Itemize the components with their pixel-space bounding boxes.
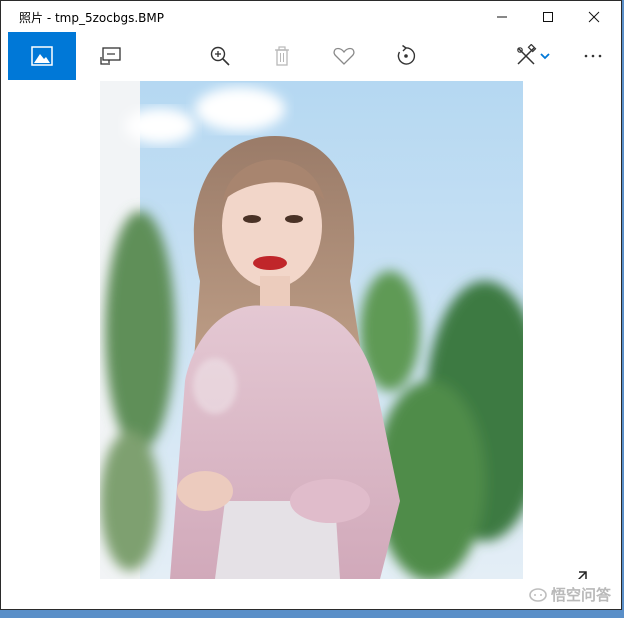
rotate-icon [397, 44, 416, 65]
watermark: 悟空问答 [529, 584, 611, 605]
close-button[interactable] [571, 1, 617, 32]
delete-button[interactable] [262, 32, 302, 80]
title-bar: 照片 - tmp_5zocbgs.BMP [1, 1, 621, 32]
maximize-button[interactable] [525, 1, 571, 32]
more-icon [584, 54, 602, 58]
zoom-in-icon [210, 46, 230, 66]
edit-icon [517, 44, 537, 65]
maximize-icon [543, 11, 553, 22]
slideshow-button[interactable] [91, 32, 131, 80]
chevron-down-icon [540, 53, 550, 60]
photo-icon [31, 46, 53, 66]
slideshow-icon [100, 47, 121, 65]
photos-window: 照片 - tmp_5zocbgs.BMP 悟空问答 [0, 0, 622, 610]
favorite-button[interactable] [324, 32, 364, 80]
more-button[interactable] [573, 32, 613, 80]
minimize-button[interactable] [479, 1, 525, 32]
displayed-photo [100, 81, 523, 579]
toolbar [1, 32, 621, 80]
minimize-icon [497, 16, 507, 17]
close-icon [588, 11, 600, 22]
delete-icon [275, 46, 289, 66]
window-title: 照片 - tmp_5zocbgs.BMP [19, 11, 164, 25]
edit-create-button[interactable] [506, 32, 558, 80]
photo-view-button[interactable] [8, 32, 76, 80]
zoom-button[interactable] [200, 32, 240, 80]
image-viewer[interactable] [8, 80, 616, 580]
bottom-strip: 悟空问答 [1, 579, 621, 609]
watermark-text: 悟空问答 [550, 586, 611, 604]
heart-icon [333, 47, 355, 65]
chat-bubble-icon [529, 587, 547, 602]
rotate-button[interactable] [386, 32, 426, 80]
